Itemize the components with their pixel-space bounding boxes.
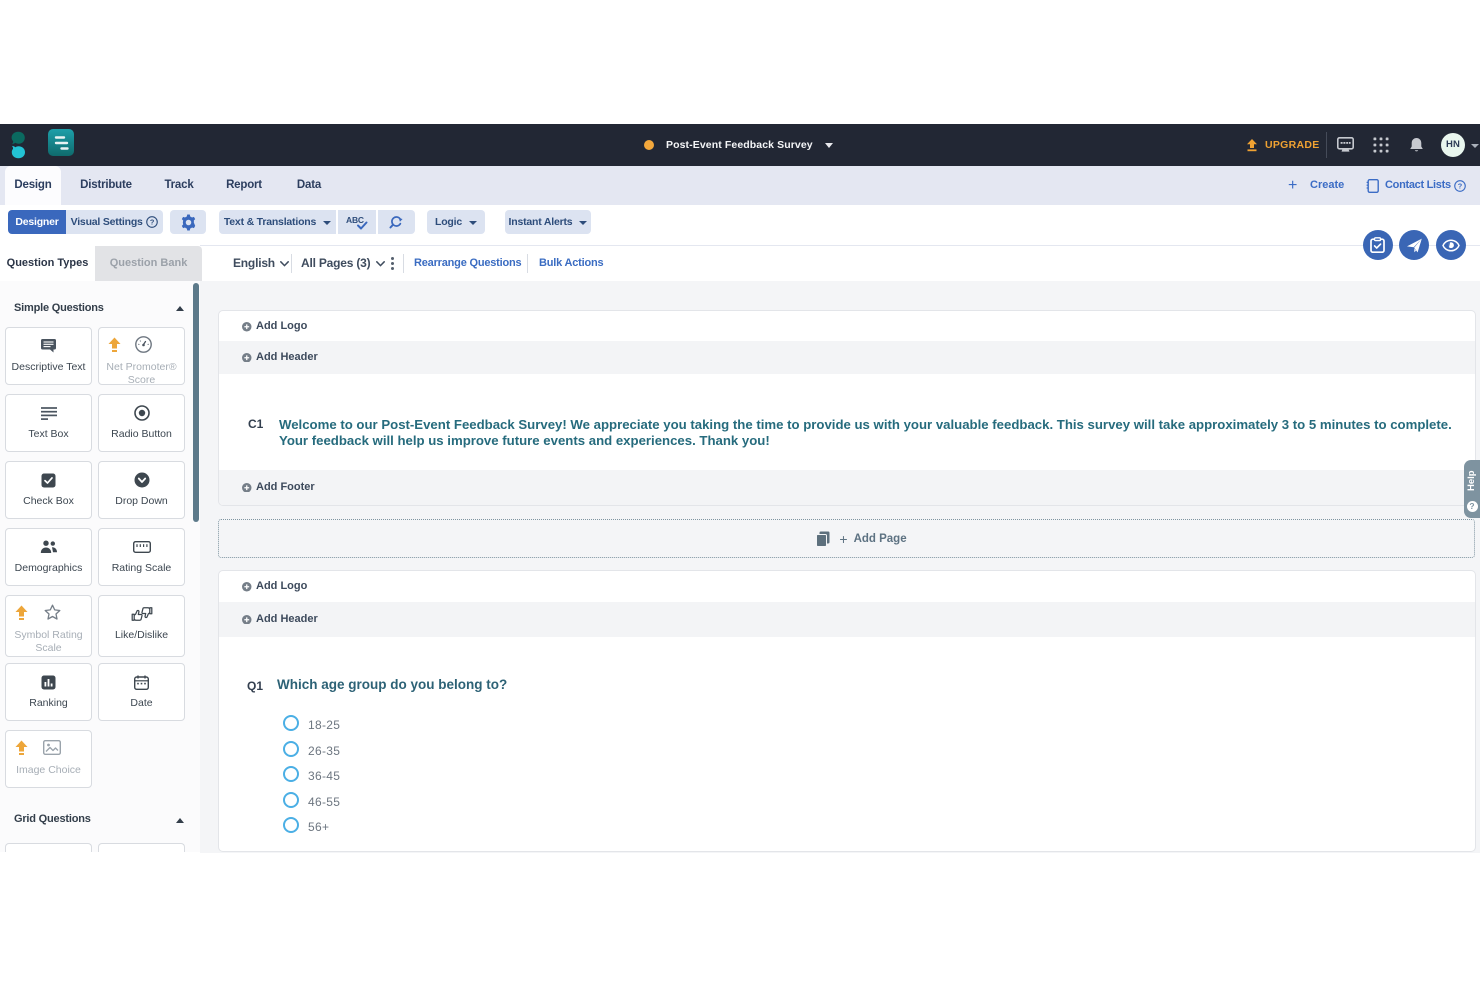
svg-text:?: ? — [1458, 181, 1463, 190]
svg-text:ABC: ABC — [346, 215, 364, 225]
svg-text:?: ? — [150, 218, 155, 227]
